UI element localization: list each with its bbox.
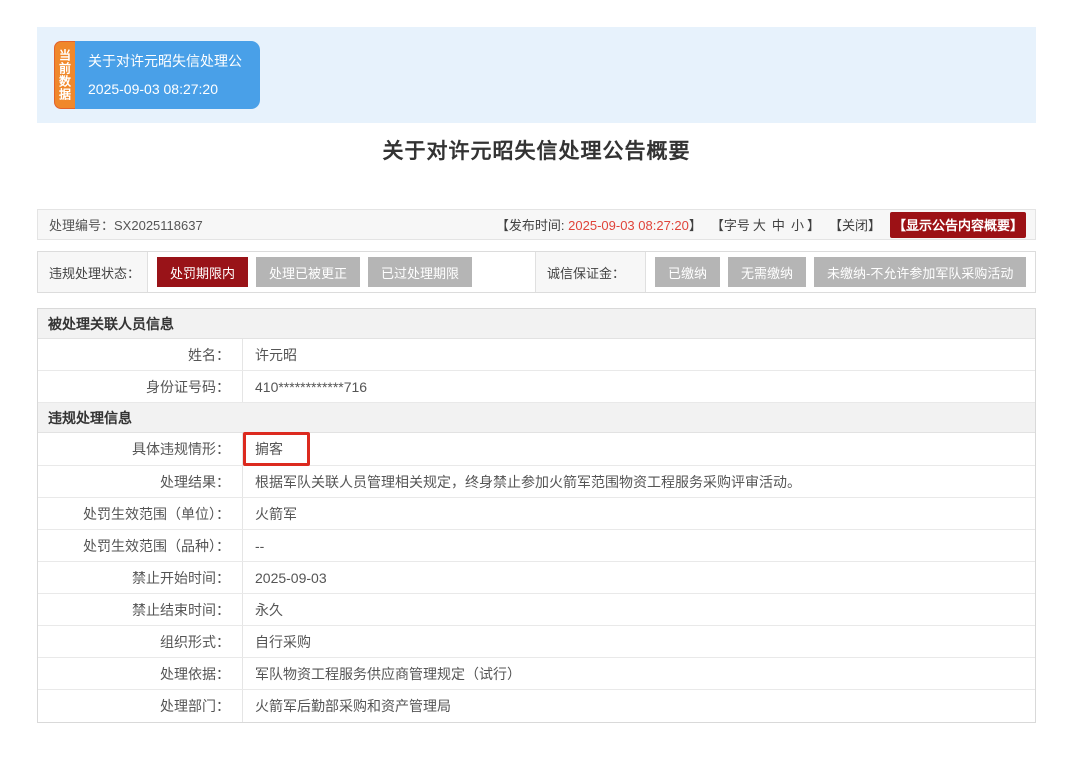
violation-status-buttons: 处罚期限内 处理已被更正 已过处理期限 [148,252,480,292]
row-value-name: 许元昭 [243,339,1035,370]
current-data-tab: 当前数据 [54,41,75,109]
row-label-violation-type: 具体违规情形： [38,433,243,465]
row-label-id-number: 身份证号码： [38,371,243,402]
row-value-id-number: 410************716 [243,371,1035,402]
deposit-unpaid-button[interactable]: 未缴纳-不允许参加军队采购活动 [814,257,1026,287]
show-summary-button[interactable]: 【显示公告内容概要】 [890,212,1026,238]
row-label-department: 处理部门： [38,690,243,722]
status-bar: 违规处理状态： 处罚期限内 处理已被更正 已过处理期限 诚信保证金： 已缴纳 无… [37,251,1036,293]
publish-time-value: 2025-09-03 08:27:20 [568,218,689,233]
status-expired-button[interactable]: 已过处理期限 [368,257,472,287]
row-value-violation-type: 掮客 [243,433,1035,465]
table-row-scope-unit: 处罚生效范围（单位）： 火箭军 [38,498,1035,530]
font-size-label: 【字号 [711,218,750,233]
publish-time-label: 【发布时间: [496,218,565,233]
status-within-penalty-button[interactable]: 处罚期限内 [157,257,248,287]
deposit-label: 诚信保证金： [536,252,646,292]
section-header-violation: 违规处理信息 [38,403,1035,433]
section-header-person: 被处理关联人员信息 [38,309,1035,339]
deposit-buttons: 已缴纳 无需缴纳 未缴纳-不允许参加军队采购活动 [646,252,1034,292]
violation-status-label: 违规处理状态： [38,252,148,292]
processing-number: 处理编号：SX2025118637 [49,215,487,234]
font-size-large-button[interactable]: 大 [753,218,766,233]
table-row-result: 处理结果： 根据军队关联人员管理相关规定，终身禁止参加火箭军范围物资工程服务采购… [38,466,1035,498]
publish-time-bracket: 】 [689,218,702,233]
row-value-scope-category: -- [243,530,1035,561]
row-label-scope-category: 处罚生效范围（品种）： [38,530,243,561]
table-row-basis: 处理依据： 军队物资工程服务供应商管理规定（试行） [38,658,1035,690]
publish-time: 【发布时间: 2025-09-03 08:27:20】 [496,215,702,234]
row-value-ban-start: 2025-09-03 [243,562,1035,593]
processing-number-value: SX2025118637 [114,218,203,233]
table-row-department: 处理部门： 火箭军后勤部采购和资产管理局 [38,690,1035,722]
row-label-organization-form: 组织形式： [38,626,243,657]
deposit-not-required-button[interactable]: 无需缴纳 [728,257,806,287]
table-row-violation-type: 具体违规情形： 掮客 [38,433,1035,466]
highlighted-violation-value: 掮客 [243,432,310,466]
font-size-medium-button[interactable]: 中 [772,218,785,233]
processing-number-label: 处理编号： [49,218,114,233]
notice-card-title: 关于对许元昭失信处理公 [88,52,242,70]
row-value-scope-unit: 火箭军 [243,498,1035,529]
table-row-name: 姓名： 许元昭 [38,339,1035,371]
deposit-status-group: 诚信保证金： 已缴纳 无需缴纳 未缴纳-不允许参加军队采购活动 [535,252,1035,292]
row-label-ban-start: 禁止开始时间： [38,562,243,593]
row-value-basis: 军队物资工程服务供应商管理规定（试行） [243,658,1035,689]
table-row-ban-start: 禁止开始时间： 2025-09-03 [38,562,1035,594]
notice-card-timestamp: 2025-09-03 08:27:20 [88,80,242,98]
table-row-id-number: 身份证号码： 410************716 [38,371,1035,403]
table-row-organization-form: 组织形式： 自行采购 [38,626,1035,658]
font-size-bracket: 】 [807,218,820,233]
info-bar-actions: 【发布时间: 2025-09-03 08:27:20】 【字号大中小】 【关闭】… [487,212,1026,238]
row-value-result: 根据军队关联人员管理相关规定，终身禁止参加火箭军范围物资工程服务采购评审活动。 [243,466,1035,497]
violation-status-group: 违规处理状态： 处罚期限内 处理已被更正 已过处理期限 [38,252,535,292]
info-bar: 处理编号：SX2025118637 【发布时间: 2025-09-03 08:2… [37,209,1036,240]
font-size-control: 【字号大中小】 [711,215,820,234]
row-label-basis: 处理依据： [38,658,243,689]
status-corrected-button[interactable]: 处理已被更正 [256,257,360,287]
header-band: 当前数据 关于对许元昭失信处理公 2025-09-03 08:27:20 [37,27,1036,123]
detail-table: 被处理关联人员信息 姓名： 许元昭 身份证号码： 410************… [37,308,1036,723]
row-value-ban-end: 永久 [243,594,1035,625]
row-value-department: 火箭军后勤部采购和资产管理局 [243,690,1035,722]
notice-card-body: 关于对许元昭失信处理公 2025-09-03 08:27:20 [75,41,260,109]
row-label-name: 姓名： [38,339,243,370]
deposit-paid-button[interactable]: 已缴纳 [655,257,720,287]
row-label-scope-unit: 处罚生效范围（单位）： [38,498,243,529]
table-row-scope-category: 处罚生效范围（品种）： -- [38,530,1035,562]
current-data-card[interactable]: 当前数据 关于对许元昭失信处理公 2025-09-03 08:27:20 [54,41,260,109]
page-title: 关于对许元昭失信处理公告概要 [0,137,1073,167]
row-label-ban-end: 禁止结束时间： [38,594,243,625]
close-button[interactable]: 【关闭】 [829,215,881,234]
row-label-result: 处理结果： [38,466,243,497]
row-value-organization-form: 自行采购 [243,626,1035,657]
font-size-small-button[interactable]: 小 [791,218,804,233]
table-row-ban-end: 禁止结束时间： 永久 [38,594,1035,626]
